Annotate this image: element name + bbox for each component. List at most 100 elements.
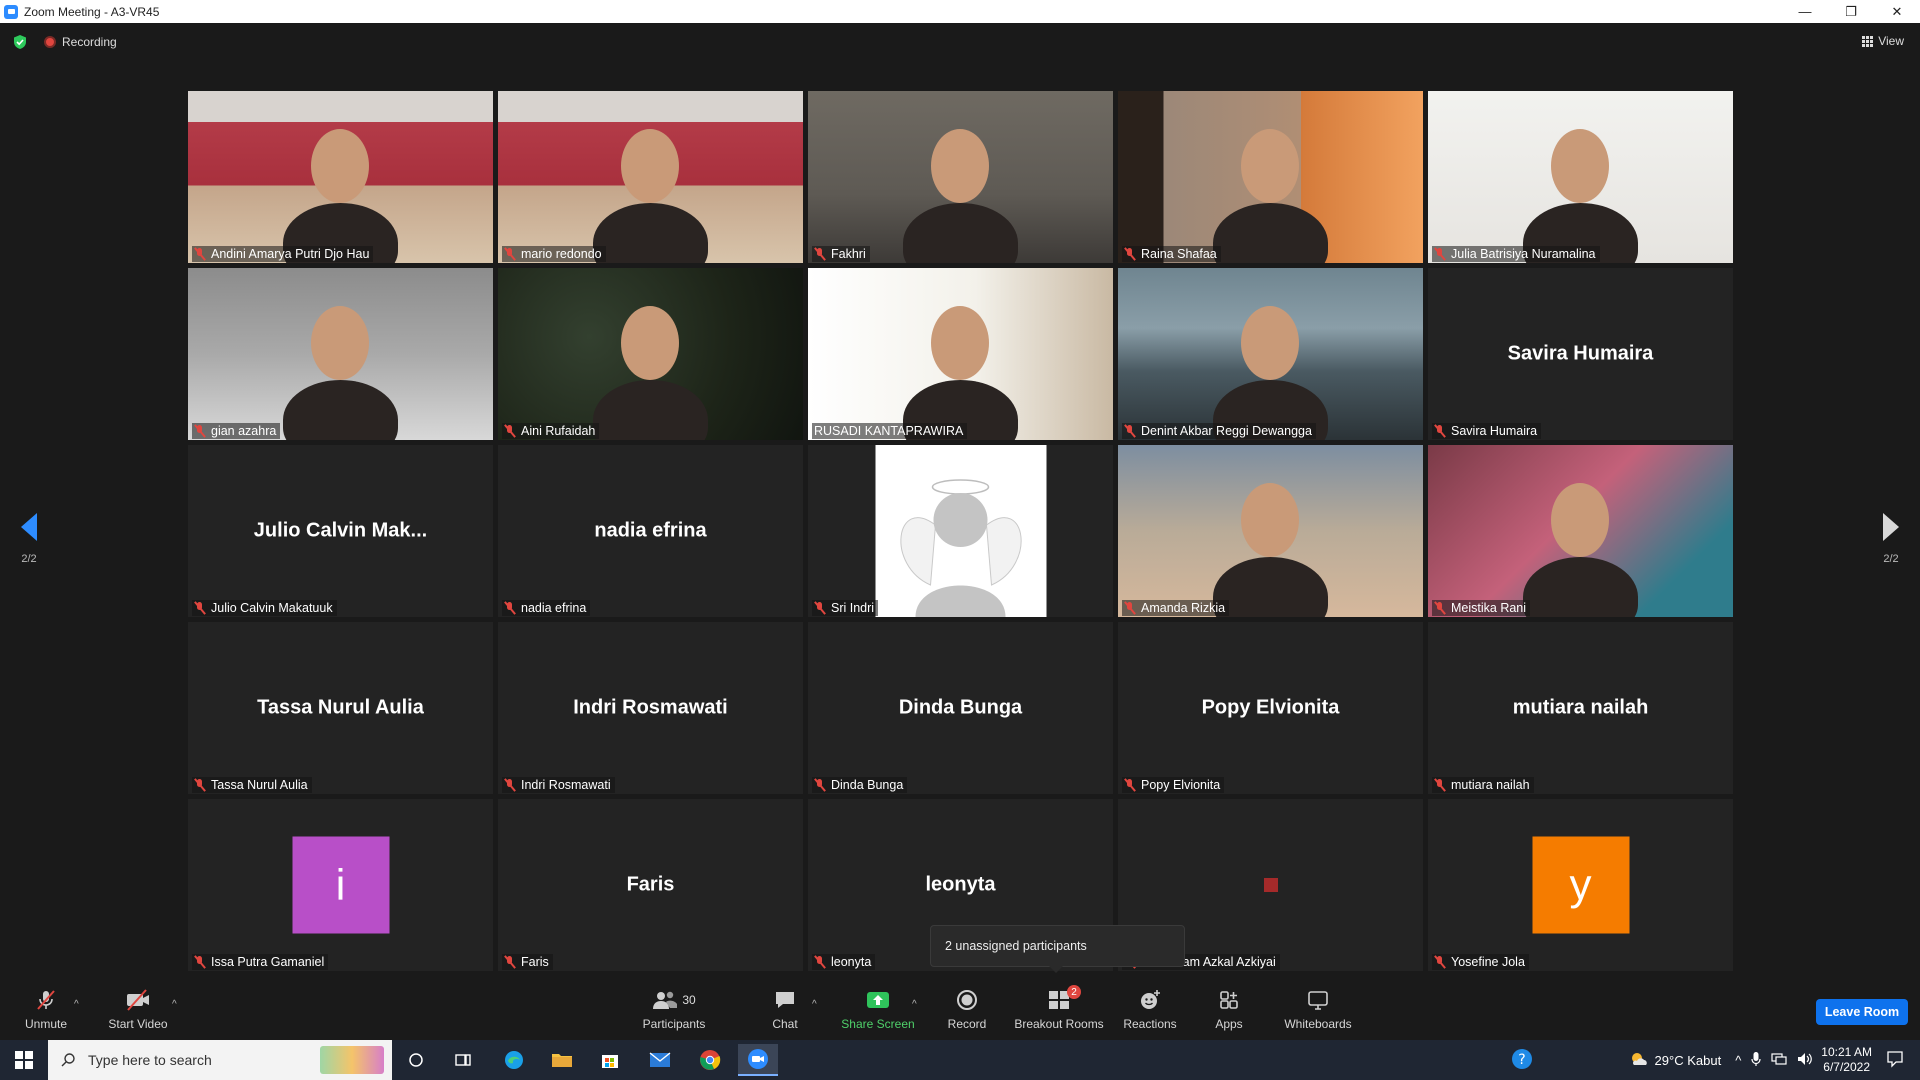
participant-tile[interactable]: Julio Calvin Mak... Julio Calvin Makatuuk (188, 445, 493, 617)
minimize-button[interactable]: — (1782, 0, 1828, 23)
participant-display-name: mutiara nailah (1512, 696, 1649, 719)
microphone-tray-icon[interactable] (1751, 1051, 1761, 1070)
unassigned-participants-tooltip[interactable]: 2 unassigned participants (930, 925, 1185, 973)
zoom-taskbar-icon[interactable] (738, 1044, 778, 1076)
participant-name-label: leonyta (812, 954, 876, 970)
weather-text[interactable]: 29°C Kabut (1655, 1053, 1722, 1068)
muted-mic-icon (504, 424, 516, 438)
muted-mic-icon (194, 955, 206, 969)
participant-name: Yosefine Jola (1451, 955, 1525, 969)
participant-name: nadia efrina (521, 601, 587, 615)
page-indicator-right: 2/2 (1883, 553, 1899, 565)
notifications-icon[interactable] (1886, 1050, 1904, 1071)
participant-tile[interactable]: mario redondo (498, 91, 803, 263)
weather-cloud-icon[interactable] (1629, 1051, 1649, 1070)
clock-date: 6/7/2022 (1823, 1060, 1870, 1074)
participant-tile[interactable]: Popy Elvionita Popy Elvionita (1118, 622, 1423, 794)
participant-name-label: Amanda Rizkia (1122, 600, 1230, 616)
participant-display-name: Dinda Bunga (898, 696, 1023, 719)
participant-tile[interactable]: Sri Indri (808, 445, 1113, 617)
participant-tile[interactable]: Denint Akbar Reggi Dewangga (1118, 268, 1423, 440)
muted-mic-icon (504, 778, 516, 792)
participant-name-label: gian azahra (192, 423, 281, 439)
participant-name-label: Meistika Rani (1432, 600, 1531, 616)
participant-tile[interactable]: i Issa Putra Gamaniel (188, 799, 493, 971)
microsoft-store-icon[interactable] (590, 1044, 630, 1076)
reactions-label: Reactions (1123, 1017, 1177, 1031)
next-page-button[interactable]: 2/2 (1871, 513, 1911, 565)
participant-tile[interactable]: Tassa Nurul Aulia Tassa Nurul Aulia (188, 622, 493, 794)
participant-name-label: Faris (502, 954, 553, 970)
muted-mic-icon (1124, 601, 1136, 615)
participants-button[interactable]: 30 Participants (638, 979, 710, 1040)
apps-button[interactable]: Apps (1214, 979, 1244, 1040)
record-button[interactable]: Record (944, 979, 990, 1040)
task-view-icon[interactable] (443, 1044, 483, 1076)
participant-tile[interactable]: y Yosefine Jola (1428, 799, 1733, 971)
show-hidden-icons-icon[interactable]: ^ (1735, 1053, 1741, 1068)
participant-gallery: Andini Amarya Putri Djo Hau mario redondo… (188, 91, 1733, 975)
participant-tile[interactable]: Amanda Rizkia (1118, 445, 1423, 617)
edge-browser-icon[interactable] (494, 1044, 534, 1076)
windows-start-button[interactable] (0, 1040, 48, 1080)
meeting-top-bar: Recording View (0, 23, 1920, 61)
view-button[interactable]: View (1862, 34, 1904, 48)
taskbar-search-box[interactable]: Type here to search (48, 1040, 392, 1080)
person-head (1241, 306, 1299, 380)
participant-tile[interactable]: Faris Faris (498, 799, 803, 971)
muted-mic-icon (814, 778, 826, 792)
video-options-caret-icon[interactable]: ^ (172, 999, 177, 1010)
previous-page-button[interactable]: 2/2 (9, 513, 49, 565)
chat-options-caret-icon[interactable]: ^ (812, 999, 817, 1010)
participant-tile[interactable]: Meistika Rani (1428, 445, 1733, 617)
start-video-button[interactable]: Start Video (104, 979, 172, 1040)
muted-mic-icon (1434, 601, 1446, 615)
muted-mic-icon (814, 247, 826, 261)
participant-name-label: Aini Rufaidah (502, 423, 600, 439)
chrome-browser-icon[interactable] (690, 1044, 730, 1076)
volume-icon[interactable] (1797, 1052, 1813, 1069)
chat-button[interactable]: Chat (765, 979, 805, 1040)
reactions-button[interactable]: Reactions (1122, 979, 1178, 1040)
help-icon[interactable]: ? (1511, 1048, 1533, 1073)
breakout-rooms-button[interactable]: 2 Breakout Rooms (1012, 979, 1106, 1040)
mail-icon[interactable] (640, 1044, 680, 1076)
person-silhouette (1213, 557, 1328, 617)
left-arrow-icon (21, 513, 37, 541)
task-view-cortana-icon[interactable] (396, 1044, 436, 1076)
participant-tile[interactable]: Aini Rufaidah (498, 268, 803, 440)
participant-tile[interactable]: RUSADI KANTAPRAWIRA (808, 268, 1113, 440)
maximize-button[interactable]: ❐ (1828, 0, 1874, 23)
participant-name-label: nadia efrina (502, 600, 591, 616)
participant-name: Indri Rosmawati (521, 778, 611, 792)
participant-tile[interactable]: Raina Shafaa (1118, 91, 1423, 263)
person-silhouette (593, 203, 708, 263)
participant-tile[interactable]: mutiara nailah mutiara nailah (1428, 622, 1733, 794)
participant-tile[interactable]: Andini Amarya Putri Djo Hau (188, 91, 493, 263)
network-icon[interactable] (1771, 1052, 1787, 1069)
leave-room-button[interactable]: Leave Room (1816, 999, 1908, 1025)
participant-tile[interactable]: Fakhri (808, 91, 1113, 263)
taskbar-clock[interactable]: 10:21 AM 6/7/2022 (1821, 1045, 1872, 1075)
meeting-area: Recording View 2/2 2/2 Andini Amarya Put… (0, 23, 1920, 979)
security-shield-icon[interactable] (12, 34, 28, 50)
recording-indicator[interactable]: Recording (44, 35, 117, 49)
participant-tile[interactable]: nadia efrina nadia efrina (498, 445, 803, 617)
close-button[interactable]: ✕ (1874, 0, 1920, 23)
share-options-caret-icon[interactable]: ^ (912, 999, 917, 1010)
participant-tile[interactable]: gian azahra (188, 268, 493, 440)
person-head (931, 129, 989, 203)
whiteboards-button[interactable]: Whiteboards (1282, 979, 1354, 1040)
share-screen-button[interactable]: Share Screen (838, 979, 918, 1040)
participant-tile[interactable]: Dinda Bunga Dinda Bunga (808, 622, 1113, 794)
person-head (931, 306, 989, 380)
person-silhouette (283, 380, 398, 440)
participant-tile[interactable]: Indri Rosmawati Indri Rosmawati (498, 622, 803, 794)
audio-options-caret-icon[interactable]: ^ (74, 999, 79, 1010)
participant-name-label: Julia Batrisiya Nuramalina (1432, 246, 1600, 262)
participant-tile[interactable]: Savira Humaira Savira Humaira (1428, 268, 1733, 440)
participant-tile[interactable]: Julia Batrisiya Nuramalina (1428, 91, 1733, 263)
file-explorer-icon[interactable] (542, 1044, 582, 1076)
muted-mic-icon (504, 601, 516, 615)
unmute-button[interactable]: Unmute (18, 979, 74, 1040)
